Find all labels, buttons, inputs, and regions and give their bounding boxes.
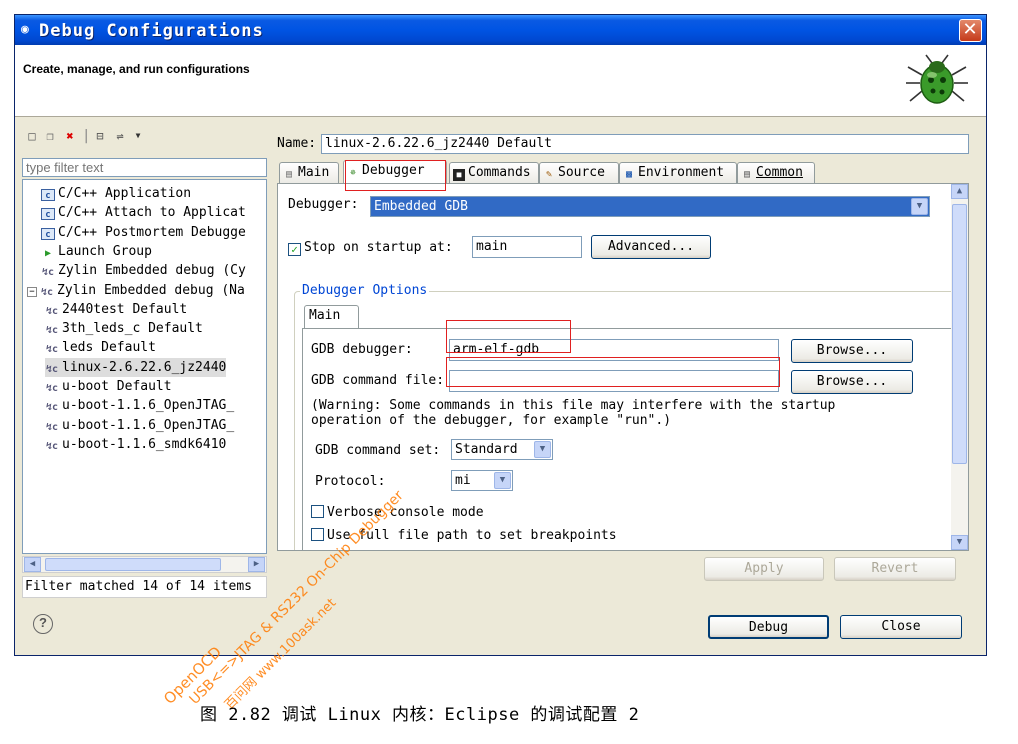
vertical-scrollbar[interactable]: ▲ ▼ — [951, 184, 968, 550]
scroll-down-icon[interactable]: ▼ — [951, 535, 968, 550]
zylin-config-icon: ↯c — [45, 363, 59, 375]
protocol-select[interactable]: mi ▼ — [451, 470, 513, 491]
launch-group-icon: ▶ — [44, 247, 52, 259]
inner-tab-main[interactable]: Main — [304, 305, 359, 329]
close-button[interactable]: Close — [840, 615, 962, 639]
filter-input[interactable] — [22, 158, 267, 177]
bug-banner-icon — [906, 54, 968, 104]
name-row: Name: linux-2.6.22.6_jz2440 Default — [277, 134, 969, 154]
gdb-command-file-label: GDB command file: — [311, 373, 445, 388]
help-icon[interactable]: ? — [33, 614, 53, 634]
advanced-button[interactable]: Advanced... — [591, 235, 711, 259]
zylin-config-icon: ↯c — [45, 383, 59, 394]
c-app-icon: c — [41, 227, 55, 240]
browse-command-file-button[interactable]: Browse... — [791, 370, 913, 394]
figure-caption: 图 2.82 调试 Linux 内核：Eclipse 的调试配置 2 — [200, 705, 640, 725]
apply-button[interactable]: Apply — [704, 557, 824, 581]
scroll-left-icon[interactable]: ◀ — [24, 557, 41, 572]
warning-line-1: (Warning: Some commands in this file may… — [311, 398, 836, 413]
scroll-thumb[interactable] — [45, 558, 221, 571]
tree-item[interactable]: ↯c 3th_leds_c Default — [45, 319, 203, 338]
tab-common[interactable]: ▤ Common — [737, 162, 815, 183]
zylin-config-icon: ↯c — [45, 344, 59, 356]
check-icon[interactable]: ✓ — [288, 243, 301, 256]
scroll-up-icon[interactable]: ▲ — [951, 184, 968, 199]
debug-button[interactable]: Debug — [708, 615, 829, 639]
delete-icon[interactable]: ✖ — [62, 128, 78, 144]
config-list-panel: □ ❐ ✖ | ⊟ ⇌ ▼ cC/C++ ApplicationcC/C++ A… — [22, 126, 267, 598]
tree-item[interactable]: c C/C++ Postmortem Debugge — [41, 223, 246, 242]
filter-status: Filter matched 14 of 14 items — [22, 576, 267, 598]
tree-item[interactable]: ↯c u-boot Default — [45, 377, 172, 396]
chevron-down-icon[interactable]: ▼ — [534, 441, 551, 458]
warning-line-2: operation of the debugger, for example "… — [311, 413, 672, 428]
highlight-gdb-debugger — [446, 320, 571, 353]
close-window-button[interactable]: ✕ — [959, 19, 982, 42]
list-toolbar: □ ❐ ✖ | ⊟ ⇌ ▼ — [22, 126, 267, 148]
gdb-debugger-label: GDB debugger: — [311, 342, 413, 357]
zylin-config-icon: ↯c — [45, 305, 59, 317]
zylin-icon: ↯c — [41, 267, 55, 279]
name-label: Name: — [277, 136, 317, 151]
zylin-icon: ↯c — [40, 286, 54, 298]
debug-bug-icon: ◉ — [21, 22, 30, 37]
c-app-icon: c — [41, 189, 55, 201]
tree-item[interactable]: ↯c Zylin Embedded debug (Cy — [41, 261, 246, 280]
zylin-config-icon: ↯c — [45, 421, 59, 433]
zylin-config-icon: ↯c — [45, 402, 59, 414]
duplicate-icon[interactable]: ❐ — [42, 128, 58, 144]
dialog-header: Create, manage, and run configurations — [15, 45, 986, 117]
filter-icon[interactable]: ⇌ — [112, 128, 128, 144]
command-set-select[interactable]: Standard ▼ — [451, 439, 553, 460]
tree-item[interactable]: ↯c u-boot-1.1.6_OpenJTAG_ — [45, 416, 234, 435]
zylin-config-icon: ↯c — [45, 325, 59, 337]
tab-main[interactable]: ▤ Main — [279, 162, 339, 183]
tree-item[interactable]: ↯c leds Default — [45, 338, 156, 357]
c-app-icon: c — [41, 208, 55, 221]
command-set-label: GDB command set: — [315, 443, 441, 458]
name-input[interactable]: linux-2.6.22.6_jz2440 Default — [321, 134, 969, 154]
chevron-down-icon[interactable]: ▼ — [130, 128, 146, 144]
debugger-select[interactable]: Embedded GDB ▼ — [370, 196, 930, 217]
config-tree: c C/C++ Application c C/C++ Attach to Appli… — [22, 179, 267, 554]
horizontal-scrollbar[interactable]: ◀ ▶ — [22, 556, 267, 573]
zylin-config-icon: ↯c — [45, 440, 59, 452]
tree-item[interactable]: c C/C++ Application — [41, 184, 191, 203]
chevron-down-icon[interactable]: ▼ — [911, 198, 928, 215]
tree-item[interactable]: ↯c u-boot-1.1.6_OpenJTAG_ — [45, 396, 234, 415]
scroll-right-icon[interactable]: ▶ — [248, 557, 265, 572]
vertical-scroll-thumb[interactable] — [952, 204, 967, 464]
protocol-label: Protocol: — [315, 474, 386, 489]
tree-item[interactable]: ↯c 2440test Default — [45, 300, 187, 319]
collapse-all-icon[interactable]: ⊟ — [92, 128, 108, 144]
collapse-icon[interactable]: − — [27, 286, 37, 297]
tab-commands[interactable]: ■ Commands — [449, 162, 539, 183]
chevron-down-icon[interactable]: ▼ — [494, 472, 511, 489]
highlight-command-file — [446, 357, 780, 387]
tree-item[interactable]: ↯c u-boot-1.1.6_smdk6410 — [45, 435, 226, 454]
close-icon: ✕ — [962, 19, 979, 40]
tree-item[interactable]: ↯c linux-2.6.22.6_jz2440 — [45, 357, 227, 377]
header-description: Create, manage, and run configurations — [23, 62, 250, 76]
debugger-label: Debugger: — [288, 197, 359, 212]
tree-item[interactable]: c C/C++ Attach to Applicat — [41, 203, 246, 222]
highlight-debugger-tab — [345, 160, 446, 191]
tab-source[interactable]: ✎ Source — [539, 162, 619, 183]
tab-environment[interactable]: ▩ Environment — [619, 162, 737, 183]
debugger-options-title: Debugger Options — [300, 283, 430, 298]
tree-item[interactable]: − ↯c Zylin Embedded debug (Na — [27, 281, 245, 300]
verbose-console-checkbox[interactable]: Verbose console mode — [311, 505, 484, 520]
revert-button[interactable]: Revert — [834, 557, 956, 581]
stop-on-startup-checkbox[interactable]: ✓ Stop on startup at: — [288, 240, 453, 256]
stop-at-input[interactable]: main — [472, 236, 582, 258]
tree-item[interactable]: ▶ Launch Group — [41, 242, 152, 261]
window-title: Debug Configurations — [39, 21, 264, 41]
full-path-checkbox[interactable]: Use full file path to set breakpoints — [311, 528, 617, 543]
new-config-icon[interactable]: □ — [24, 128, 40, 144]
title-bar: ◉ Debug Configurations ✕ — [15, 15, 986, 45]
browse-gdb-button[interactable]: Browse... — [791, 339, 913, 363]
